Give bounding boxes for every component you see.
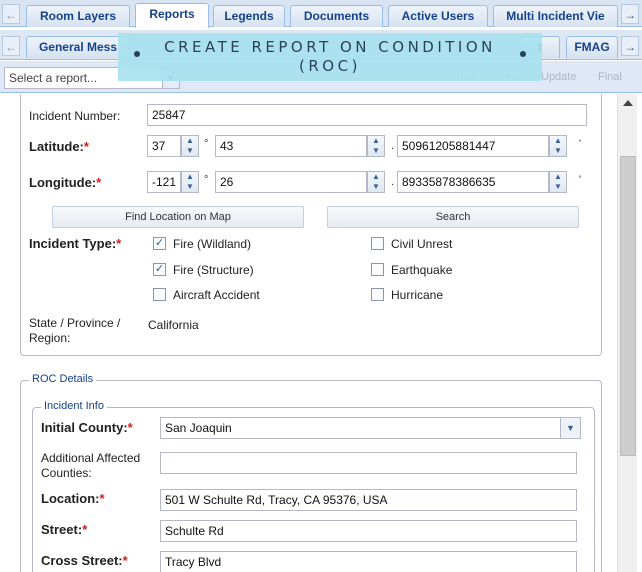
- initial-county-select[interactable]: San Joaquin ▼: [160, 417, 581, 439]
- latitude-minutes-spinner[interactable]: ▲ ▼: [367, 135, 385, 157]
- tab-fmag[interactable]: FMAG: [566, 36, 618, 58]
- street-label: Street:*: [41, 522, 88, 537]
- decimal-point: .: [391, 176, 395, 188]
- report-form: Incident Number: 25847 Latitude:* 37 ▲ ▼ …: [5, 94, 616, 572]
- checkbox-label: Earthquake: [391, 263, 453, 277]
- find-location-button[interactable]: Find Location on Map: [52, 206, 304, 228]
- scroll-right-icon[interactable]: →: [621, 36, 639, 56]
- final-button[interactable]: Final: [598, 71, 622, 83]
- checkbox-label: Hurricane: [391, 288, 444, 302]
- additional-counties-label-line2: Counties:: [41, 466, 92, 480]
- scroll-left-icon[interactable]: ←: [2, 4, 20, 24]
- latitude-decimal-input[interactable]: 50961205881447: [397, 135, 549, 157]
- tab-bar-primary: ← Room Layers Reports Legends Documents …: [0, 0, 642, 28]
- update-button[interactable]: Update: [541, 71, 576, 83]
- longitude-minutes-input[interactable]: 26: [215, 171, 367, 193]
- checkbox-hurricane[interactable]: [371, 288, 384, 301]
- cross-street-label: Cross Street:*: [41, 553, 128, 568]
- checkbox-civil-unrest[interactable]: [371, 237, 384, 250]
- tab-active-users[interactable]: Active Users: [388, 5, 488, 27]
- latitude-degrees-spinner[interactable]: ▲ ▼: [181, 135, 199, 157]
- latitude-minutes-input[interactable]: 43: [215, 135, 367, 157]
- longitude-label: Longitude:*: [29, 175, 102, 190]
- additional-counties-label: Additional Affected: [41, 451, 141, 465]
- banner-title: CREATE REPORT ON CONDITION: [164, 38, 496, 56]
- checkbox-label: Civil Unrest: [391, 237, 453, 251]
- checkbox-fire-wildland[interactable]: ✓: [153, 237, 166, 250]
- longitude-decimal-spinner[interactable]: ▲ ▼: [549, 171, 567, 193]
- incident-number-label: Incident Number:: [29, 109, 121, 123]
- incident-info-legend: Incident Info: [41, 400, 107, 412]
- latitude-degrees-input[interactable]: 37: [147, 135, 181, 157]
- location-label: Location:*: [41, 491, 105, 506]
- tab-multi-incident-view[interactable]: Multi Incident Vie: [493, 5, 618, 27]
- scroll-right-icon[interactable]: →: [621, 4, 639, 24]
- tab-reports[interactable]: Reports: [135, 3, 209, 28]
- initial-county-value: San Joaquin: [165, 421, 232, 435]
- checkbox-label: Fire (Structure): [173, 263, 254, 277]
- scroll-left-icon[interactable]: ←: [2, 36, 20, 56]
- location-input[interactable]: 501 W Schulte Rd, Tracy, CA 95376, USA: [160, 489, 577, 511]
- search-button[interactable]: Search: [327, 206, 579, 228]
- initial-county-label: Initial County:*: [41, 420, 133, 435]
- decimal-point: .: [391, 140, 395, 152]
- cross-street-input[interactable]: Tracy Blvd: [160, 551, 577, 572]
- banner-subtitle: (ROC): [299, 57, 361, 75]
- checkbox-aircraft-accident[interactable]: [153, 288, 166, 301]
- longitude-degrees-input[interactable]: -121: [147, 171, 181, 193]
- degree-symbol: °: [204, 138, 209, 150]
- street-input[interactable]: Schulte Rd: [160, 520, 577, 542]
- minutes-tick: ': [579, 174, 582, 186]
- chevron-down-icon[interactable]: ▼: [560, 418, 580, 438]
- incident-number-input[interactable]: 25847: [147, 104, 587, 126]
- longitude-degrees-spinner[interactable]: ▲ ▼: [181, 171, 199, 193]
- form-scrollbar[interactable]: [617, 94, 637, 572]
- state-label-line2: Region:: [29, 331, 71, 345]
- checkbox-fire-structure[interactable]: ✓: [153, 263, 166, 276]
- additional-counties-input[interactable]: [160, 452, 577, 474]
- state-value: California: [148, 318, 199, 332]
- longitude-minutes-spinner[interactable]: ▲ ▼: [367, 171, 385, 193]
- latitude-label: Latitude:*: [29, 139, 89, 154]
- state-label: State / Province /: [29, 316, 121, 330]
- latitude-decimal-spinner[interactable]: ▲ ▼: [549, 135, 567, 157]
- checkbox-earthquake[interactable]: [371, 263, 384, 276]
- minutes-tick: ': [579, 138, 582, 150]
- checkbox-label: Fire (Wildland): [173, 237, 252, 251]
- checkbox-label: Aircraft Accident: [173, 288, 260, 302]
- banner-dot-icon: [520, 51, 526, 57]
- scroll-thumb[interactable]: [620, 156, 636, 456]
- tab-room-layers[interactable]: Room Layers: [26, 5, 130, 27]
- incident-type-label: Incident Type:*: [29, 236, 122, 251]
- banner-dot-icon: [134, 51, 140, 57]
- degree-symbol: °: [204, 174, 209, 186]
- report-select-placeholder: Select a report...: [9, 71, 98, 85]
- scroll-up-icon[interactable]: [623, 100, 633, 106]
- title-banner: CREATE REPORT ON CONDITION (ROC): [118, 33, 542, 81]
- tab-legends[interactable]: Legends: [213, 5, 285, 27]
- roc-details-legend: ROC Details: [29, 373, 97, 385]
- tab-general-message[interactable]: General Mess: [26, 36, 130, 58]
- longitude-decimal-input[interactable]: 89335878386635: [397, 171, 549, 193]
- tab-documents[interactable]: Documents: [290, 5, 383, 27]
